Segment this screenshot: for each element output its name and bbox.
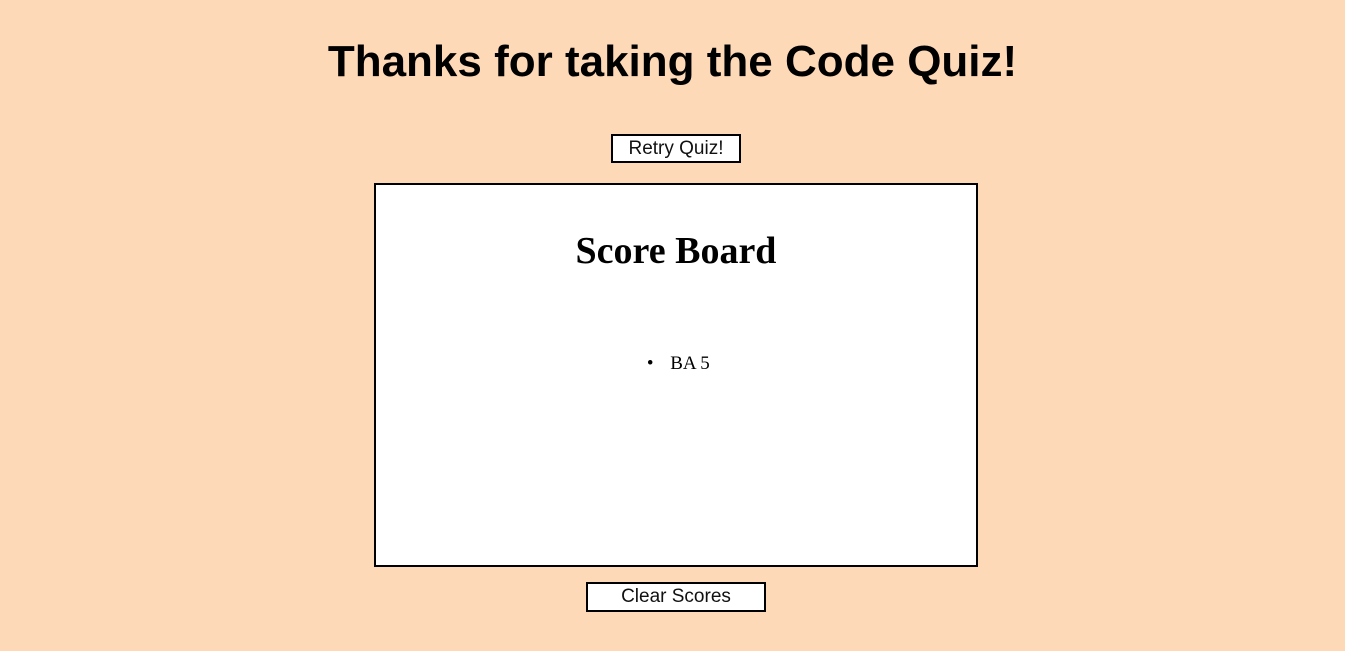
score-entry-text: BA 5 [670, 353, 710, 374]
score-list-item: • BA 5 [647, 351, 710, 377]
retry-quiz-button[interactable]: Retry Quiz! [611, 134, 741, 163]
score-list: • BA 5 [376, 351, 976, 377]
scoreboard-title: Score Board [575, 230, 777, 272]
bullet-icon: • [646, 353, 654, 374]
page-title: Thanks for taking the Code Quiz! [327, 37, 1018, 86]
clear-scores-button[interactable]: Clear Scores [586, 582, 766, 612]
scoreboard-panel: Score Board • BA 5 [374, 183, 978, 567]
